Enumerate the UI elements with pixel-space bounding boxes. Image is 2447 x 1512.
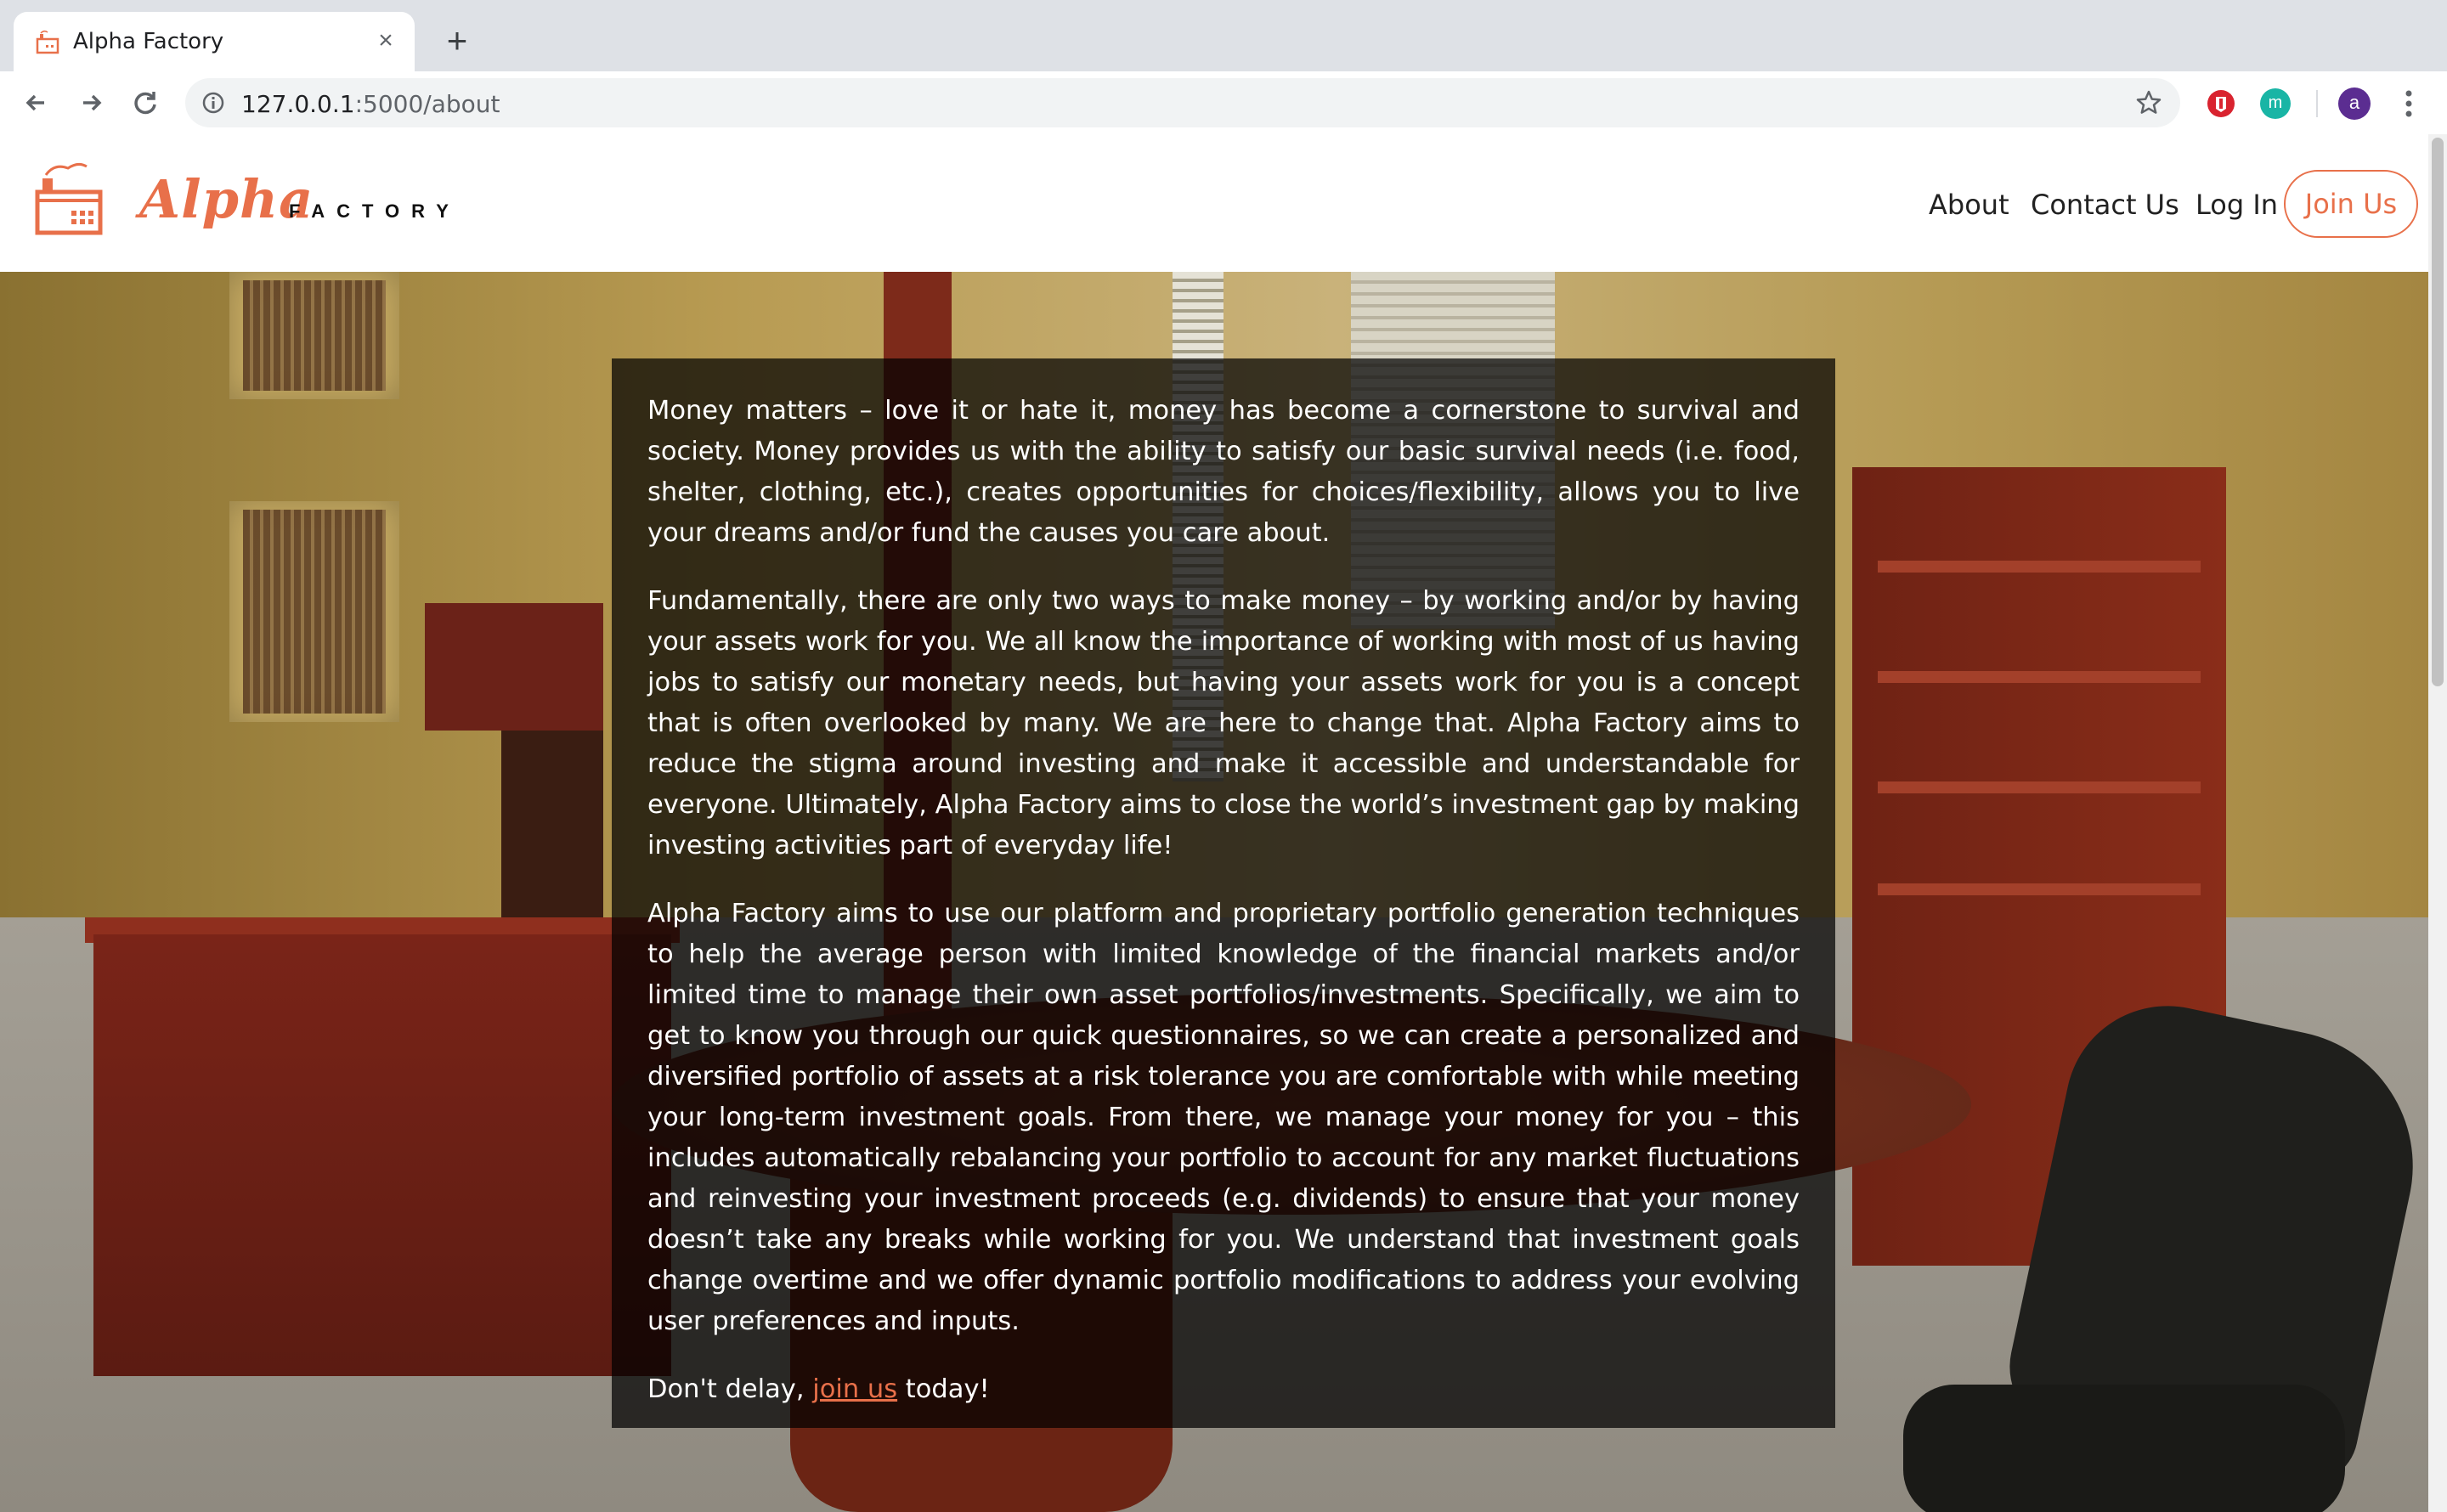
credenza	[93, 934, 671, 1376]
about-cta: Don't delay, join us today!	[647, 1369, 1800, 1410]
browser-tabstrip: Alpha Factory × +	[0, 0, 2447, 71]
browser-toolbar: 127.0.0.1:5000/about m a	[0, 71, 2447, 136]
scrollbar-thumb[interactable]	[2432, 138, 2444, 686]
bookcase-shelf	[1878, 561, 2201, 573]
new-tab-button[interactable]: +	[438, 22, 476, 59]
forward-arrow-icon[interactable]	[73, 85, 109, 121]
tab-close-icon[interactable]: ×	[370, 25, 401, 56]
cta-suffix: today!	[897, 1374, 990, 1404]
url-path: :5000/about	[354, 90, 500, 118]
lamp-base	[501, 731, 603, 917]
adblock-extension-icon[interactable]	[2206, 88, 2236, 119]
lamp-shade	[425, 603, 603, 731]
office-chair-seat	[1903, 1385, 2345, 1512]
url-host: 127.0.0.1	[241, 90, 355, 118]
about-paragraph-3: Alpha Factory aims to use our platform a…	[647, 899, 1800, 1336]
wall-art-panel	[229, 272, 399, 399]
toolbar-separator	[2316, 90, 2318, 117]
url-text: 127.0.0.1:5000/about	[241, 90, 500, 118]
about-paragraph-2: Fundamentally, there are only two ways t…	[647, 586, 1800, 860]
wall-art-panel	[229, 501, 399, 722]
more-menu-icon[interactable]	[2396, 85, 2422, 122]
join-us-button[interactable]: Join Us	[2284, 170, 2418, 238]
nav-contact-us[interactable]: Contact Us	[2031, 189, 2179, 221]
join-us-link[interactable]: join us	[812, 1374, 897, 1404]
profile-avatar[interactable]: a	[2338, 87, 2371, 120]
page-scrollbar[interactable]	[2428, 134, 2447, 1512]
bookmark-star-icon[interactable]	[2134, 88, 2163, 117]
site-header: Alpha FACTORY About Contact Us Log In Jo…	[0, 134, 2447, 272]
about-paragraph-1: Money matters – love it or hate it, mone…	[647, 396, 1800, 548]
factory-favicon-icon	[36, 30, 59, 54]
reload-icon[interactable]	[127, 85, 163, 121]
browser-tab-active[interactable]: Alpha Factory ×	[14, 12, 415, 71]
bookcase-shelf	[1878, 671, 2201, 683]
logo-alpha-text: Alpha	[139, 168, 314, 230]
logo-wordmark-alpha[interactable]: Alpha	[139, 168, 314, 230]
back-arrow-icon[interactable]	[19, 85, 54, 121]
cta-prefix: Don't delay,	[647, 1374, 813, 1404]
nav-about[interactable]: About	[1929, 189, 2009, 221]
info-icon[interactable]	[201, 90, 226, 116]
about-text-card: Money matters – love it or hate it, mone…	[612, 358, 1835, 1428]
nav-log-in[interactable]: Log In	[2196, 189, 2278, 221]
bookcase-shelf	[1878, 781, 2201, 793]
factory-logo-icon[interactable]	[34, 160, 105, 236]
address-bar[interactable]: 127.0.0.1:5000/about	[185, 78, 2180, 127]
logo-wordmark-factory: FACTORY	[289, 200, 461, 222]
tab-title: Alpha Factory	[73, 29, 224, 54]
bookcase-shelf	[1878, 883, 2201, 895]
extension-m-icon[interactable]: m	[2260, 88, 2291, 119]
page-viewport: Alpha FACTORY About Contact Us Log In Jo…	[0, 134, 2447, 1512]
